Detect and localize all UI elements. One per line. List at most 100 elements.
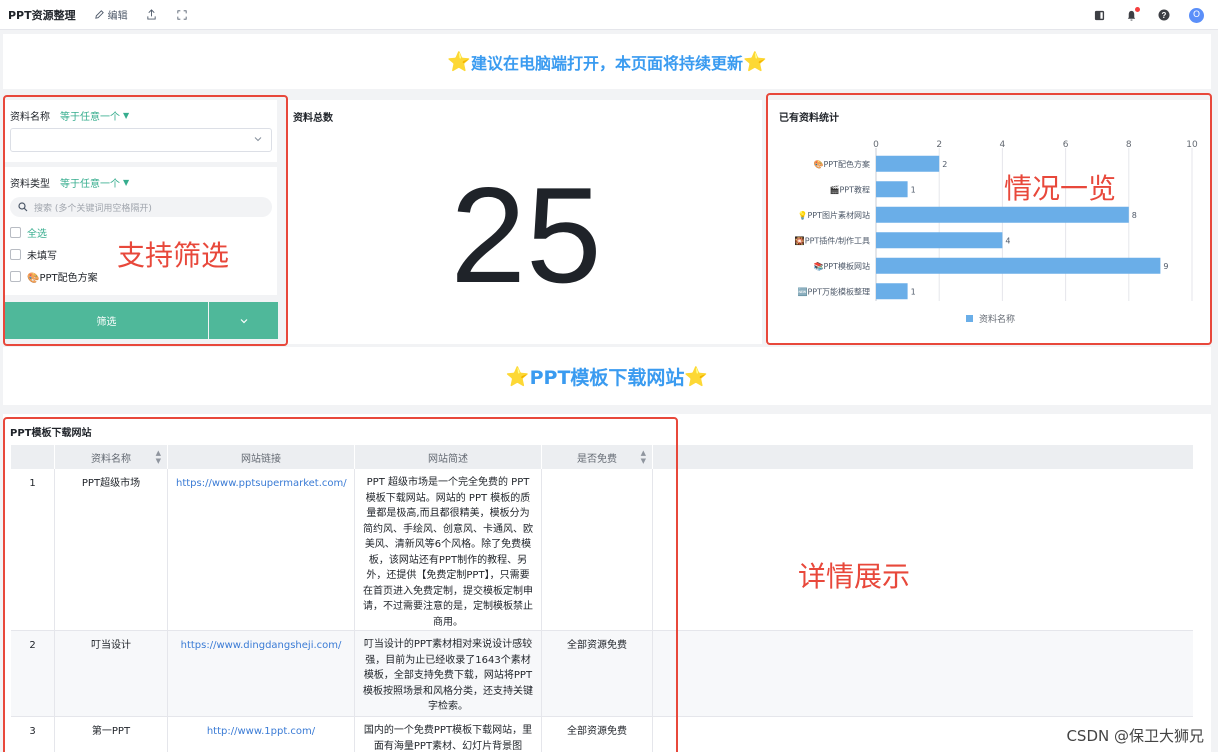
search-placeholder: 搜索 (多个关键词用空格隔开)	[34, 203, 152, 214]
x-tick-label: 10	[1186, 140, 1198, 150]
bar	[876, 155, 940, 172]
row-free: 全部资源免费	[542, 717, 653, 752]
row-description: PPT 超级市场是一个完全免费的 PPT 模板下载网站。网站的 PPT 模板的质…	[355, 469, 542, 630]
bell-icon[interactable]	[1125, 6, 1140, 22]
panel-icon[interactable]	[1093, 9, 1106, 22]
top-banner-text: 建议在电脑端打开，本页面将持续更新	[470, 53, 743, 73]
filter-name-label: 资料名称	[10, 111, 50, 123]
star-icon: ⭐	[743, 51, 767, 73]
annotation-text-overview: 情况一览	[1004, 172, 1117, 205]
row-filler	[653, 469, 1193, 630]
section-banner-text: PPT模板下载网站	[529, 366, 685, 389]
checkbox[interactable]	[10, 227, 21, 238]
row-index: 2	[11, 631, 55, 716]
bar-value-label: 1	[911, 185, 916, 194]
table-header: 资料名称 ▲ ▼ 网站链接 网站简述 是否免费 ▲ ▼	[11, 445, 1193, 469]
header-index	[11, 445, 55, 469]
row-link[interactable]: https://www.dingdangsheji.com/	[168, 631, 355, 716]
filter-button-group: 筛选	[5, 302, 278, 339]
option-label: 🎨PPT配色方案	[27, 273, 98, 284]
filter-more-button[interactable]	[209, 302, 278, 339]
filter-name-block: 资料名称 等于任意一个 ▼	[5, 100, 277, 162]
row-index: 3	[11, 717, 55, 752]
row-name: PPT超级市场	[55, 469, 168, 630]
user-avatar[interactable]: O	[1189, 7, 1204, 23]
legend-label: 资料名称	[979, 313, 1015, 325]
sort-icon[interactable]: ▲ ▼	[641, 449, 646, 465]
chart-title: 已有资料统计	[779, 113, 839, 124]
annotation-text-filter: 支持筛选	[117, 239, 230, 272]
x-tick-label: 4	[1000, 140, 1006, 150]
top-toolbar: PPT资源整理 编辑 ? O	[0, 0, 1218, 30]
option-label: 未填写	[27, 251, 57, 262]
row-name: 叮当设计	[55, 631, 168, 716]
filter-type-condition[interactable]: 等于任意一个	[60, 175, 120, 190]
filter-type-label: 资料类型	[10, 178, 50, 190]
header-name[interactable]: 资料名称 ▲ ▼	[55, 445, 168, 469]
total-value: 25	[450, 159, 602, 311]
row-name: 第一PPT	[55, 717, 168, 752]
search-icon	[18, 202, 28, 212]
filter-button[interactable]: 筛选	[5, 302, 208, 339]
chevron-down-icon	[254, 137, 262, 142]
caret-down-icon[interactable]: ▼	[123, 178, 129, 187]
star-icon: ⭐	[684, 365, 709, 388]
type-search-input[interactable]: 搜索 (多个关键词用空格隔开)	[10, 197, 272, 217]
sort-icon[interactable]: ▲ ▼	[156, 449, 161, 465]
x-tick-label: 2	[936, 140, 942, 150]
bar-value-label: 1	[911, 287, 916, 296]
header-free[interactable]: 是否免费 ▲ ▼	[542, 445, 653, 469]
category-label: 🎨PPT配色方案	[814, 159, 871, 169]
name-select[interactable]	[10, 128, 272, 152]
row-filler	[653, 631, 1193, 716]
star-icon: ⭐	[447, 51, 471, 73]
category-label: 💡PPT图片素材网站	[798, 210, 871, 220]
svg-text:?: ?	[1161, 11, 1166, 20]
table-title: PPT模板下载网站	[10, 428, 92, 439]
star-icon: ⭐	[505, 365, 530, 388]
app-root: PPT资源整理 编辑 ? O ⭐ 建议在电脑端打开，本页面将持续更新 ⭐ 资料名…	[0, 0, 1218, 752]
table-row[interactable]: 2 叮当设计 https://www.dingdangsheji.com/ 叮当…	[11, 631, 1193, 717]
table-row[interactable]: 3 第一PPT http://www.1ppt.com/ 国内的一个免费PPT模…	[11, 717, 1193, 752]
total-title: 资料总数	[293, 113, 333, 124]
edit-button[interactable]: 编辑	[94, 7, 128, 22]
row-description: 国内的一个免费PPT模板下载网站，里面有海量PPT素材、幻灯片背景图	[355, 717, 542, 752]
checkbox[interactable]	[10, 271, 21, 282]
bar	[876, 283, 908, 300]
filter-name-condition[interactable]: 等于任意一个	[60, 108, 120, 123]
category-label: 🆕PPT万能模板整理	[798, 286, 871, 296]
annotation-text-details: 详情展示	[798, 560, 911, 593]
legend-swatch	[966, 315, 973, 322]
option-label: 全选	[27, 229, 47, 240]
row-link[interactable]: https://www.pptsupermarket.com/	[168, 469, 355, 630]
header-filler	[653, 445, 1193, 469]
x-tick-label: 8	[1126, 140, 1132, 150]
bar-value-label: 9	[1163, 262, 1168, 271]
category-label: 📚PPT模板网站	[814, 261, 871, 271]
bar	[876, 206, 1129, 223]
bar-value-label: 8	[1132, 211, 1137, 220]
category-label: 🎇PPT插件/制作工具	[795, 235, 870, 245]
table-row[interactable]: 1 PPT超级市场 https://www.pptsupermarket.com…	[11, 469, 1193, 631]
bar	[876, 257, 1161, 274]
row-link[interactable]: http://www.1ppt.com/	[168, 717, 355, 752]
help-icon[interactable]: ?	[1157, 9, 1170, 22]
x-tick-label: 6	[1063, 140, 1069, 150]
bar-value-label: 2	[942, 160, 947, 169]
row-free: 全部资源免费	[542, 631, 653, 716]
category-label: 🎬PPT教程	[830, 184, 871, 194]
header-description[interactable]: 网站简述	[355, 445, 542, 469]
notification-dot	[1135, 6, 1140, 12]
watermark: CSDN @保卫大狮兄	[1066, 727, 1204, 745]
app-title: PPT资源整理	[8, 8, 76, 22]
header-link[interactable]: 网站链接	[168, 445, 355, 469]
bar	[876, 181, 908, 198]
checkbox[interactable]	[10, 249, 21, 260]
caret-down-icon[interactable]: ▼	[123, 111, 129, 120]
row-index: 1	[11, 469, 55, 630]
fullscreen-icon[interactable]	[176, 9, 188, 21]
chevron-down-icon	[240, 318, 247, 323]
bar-chart: 0 2 4 6 8 10🎨PPT配色方案 2🎬PPT教程 1💡PPT图片素材网站 8🎇PPT插件…	[795, 140, 1198, 325]
share-icon[interactable]	[146, 9, 158, 21]
edit-label: 编辑	[107, 11, 128, 22]
